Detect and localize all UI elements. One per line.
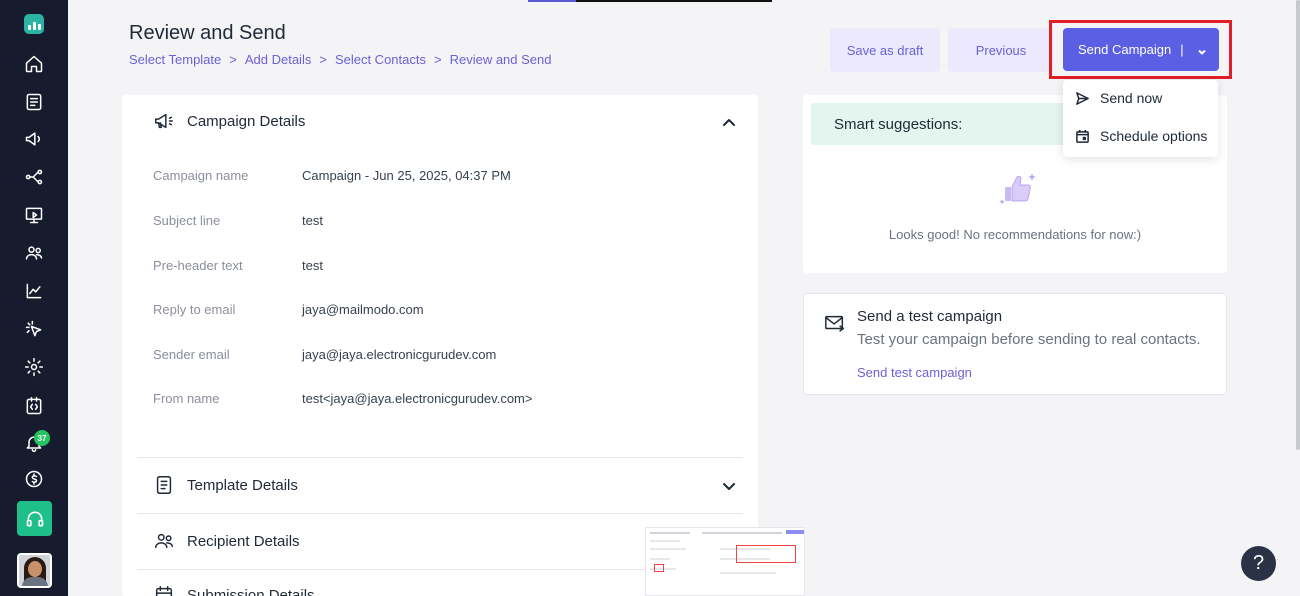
breadcrumb-review-and-send[interactable]: Review and Send <box>450 52 552 67</box>
notification-badge: 37 <box>34 430 50 446</box>
template-details-header[interactable]: Template Details <box>153 474 298 496</box>
code-icon[interactable] <box>17 389 51 423</box>
send-campaign-label: Send Campaign <box>1078 42 1172 57</box>
test-campaign-title: Send a test campaign <box>857 308 1003 325</box>
contacts-icon[interactable] <box>17 236 51 270</box>
calendar-icon <box>1076 129 1089 143</box>
detail-value: test<jaya@jaya.electronicgurudev.com> <box>302 391 533 406</box>
send-test-campaign-link[interactable]: Send test campaign <box>857 365 972 380</box>
screenshot-thumbnail-preview <box>645 527 805 596</box>
detail-value: jaya@mailmodo.com <box>302 302 424 317</box>
recipient-details-header[interactable]: Recipient Details <box>153 530 300 552</box>
chevron-down-icon[interactable] <box>1197 45 1207 55</box>
landing-page-icon[interactable] <box>17 198 51 232</box>
campaign-icon[interactable] <box>17 122 51 156</box>
breadcrumb-separator: > <box>229 52 237 67</box>
breadcrumb-separator: > <box>433 52 442 67</box>
detail-label: Campaign name <box>153 168 249 183</box>
chevron-up-icon[interactable] <box>722 116 736 130</box>
scrollbar-thumb[interactable] <box>1296 0 1300 450</box>
support-headset-button[interactable] <box>17 501 52 536</box>
detail-row-from-name: From name test<jaya@jaya.electronicgurud… <box>153 391 713 406</box>
campaign-card: Campaign Details Campaign name Campaign … <box>122 95 758 596</box>
document-icon <box>156 476 172 494</box>
mailmodo-logo-icon[interactable] <box>24 14 44 34</box>
billing-icon[interactable] <box>17 462 51 496</box>
detail-row-campaign-name: Campaign name Campaign - Jun 25, 2025, 0… <box>153 168 713 183</box>
settings-icon[interactable] <box>17 350 51 384</box>
no-recommendations-text: Looks good! No recommendations for now:) <box>888 227 1142 242</box>
detail-row-subject-line: Subject line test <box>153 213 713 228</box>
send-now-label: Send now <box>1100 90 1163 106</box>
campaign-details-title: Campaign Details <box>187 112 306 130</box>
recipient-details-title: Recipient Details <box>187 532 300 550</box>
detail-label: Pre-header text <box>153 258 243 273</box>
send-options-dropdown: Send now Schedule options <box>1063 80 1218 157</box>
megaphone-icon <box>155 113 173 129</box>
calendar-check-icon <box>155 586 173 596</box>
chevron-down-icon[interactable] <box>722 479 736 493</box>
smart-suggestions-title: Smart suggestions: <box>811 103 1067 145</box>
send-icon <box>1076 91 1089 105</box>
detail-value: jaya@jaya.electronicgurudev.com <box>302 347 497 362</box>
detail-value: test <box>302 258 323 273</box>
detail-label: Sender email <box>153 347 230 362</box>
send-split-separator: | <box>1180 42 1184 57</box>
breadcrumb-separator: > <box>319 52 327 67</box>
breadcrumb-select-template[interactable]: Select Template <box>129 52 221 67</box>
previous-button[interactable]: Previous <box>948 28 1054 72</box>
send-now-option[interactable]: Send now <box>1075 87 1162 109</box>
template-icon[interactable] <box>17 85 51 119</box>
test-campaign-description: Test your campaign before sending to rea… <box>857 331 1201 348</box>
breadcrumb-select-contacts[interactable]: Select Contacts <box>335 52 426 67</box>
template-details-title: Template Details <box>187 476 298 494</box>
progress-indicator <box>528 0 576 2</box>
breadcrumb: Select Template > Add Details > Select C… <box>129 52 551 67</box>
thumbs-up-icon <box>999 173 1036 205</box>
detail-row-pre-header: Pre-header text test <box>153 258 713 273</box>
schedule-options-label: Schedule options <box>1100 128 1208 144</box>
submission-details-header[interactable]: Submission Details <box>153 584 315 596</box>
send-campaign-button[interactable]: Send Campaign | <box>1063 28 1219 71</box>
user-avatar[interactable] <box>17 553 52 588</box>
sidebar: 37 <box>0 0 68 596</box>
save-as-draft-button[interactable]: Save as draft <box>830 28 940 72</box>
detail-row-reply-to: Reply to email jaya@mailmodo.com <box>153 302 713 317</box>
mail-send-icon <box>824 312 846 334</box>
detail-label: Subject line <box>153 213 221 228</box>
analytics-icon[interactable] <box>17 274 51 308</box>
submission-details-title: Submission Details <box>187 586 315 596</box>
campaign-details-header[interactable]: Campaign Details <box>153 110 305 132</box>
home-icon[interactable] <box>17 47 51 81</box>
divider <box>137 457 743 458</box>
breadcrumb-add-details[interactable]: Add Details <box>245 52 311 67</box>
detail-label: From name <box>153 391 220 406</box>
help-button[interactable]: ? <box>1241 546 1276 581</box>
page-title: Review and Send <box>129 22 286 44</box>
divider <box>137 513 743 514</box>
detail-value: Campaign - Jun 25, 2025, 04:37 PM <box>302 168 511 183</box>
journey-icon[interactable] <box>17 160 51 194</box>
progress-track <box>576 0 772 2</box>
detail-label: Reply to email <box>153 302 236 317</box>
detail-value: test <box>302 213 323 228</box>
detail-row-sender-email: Sender email jaya@jaya.electronicgurudev… <box>153 347 713 362</box>
users-icon <box>155 533 173 549</box>
schedule-options-option[interactable]: Schedule options <box>1075 125 1207 147</box>
click-icon[interactable] <box>17 312 51 346</box>
headset-icon <box>26 511 43 526</box>
test-campaign-card: Send a test campaign Test your campaign … <box>803 293 1227 395</box>
